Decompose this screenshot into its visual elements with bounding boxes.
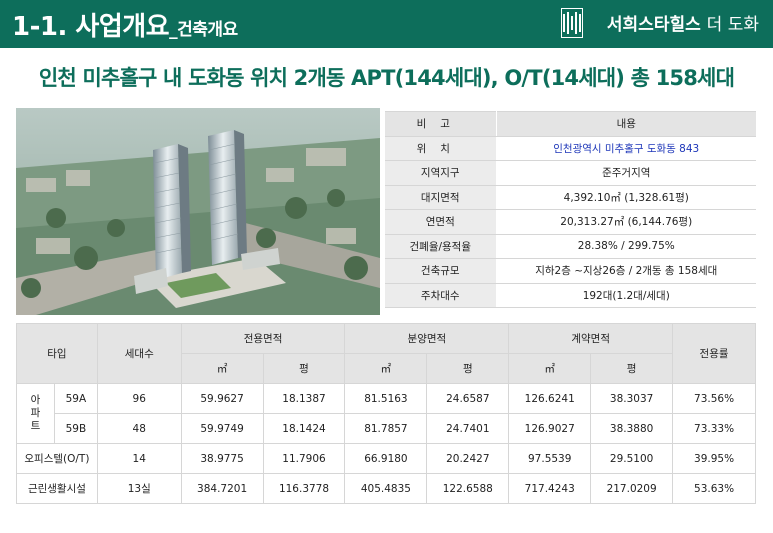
cell-type: 근린생활시설 (16, 473, 98, 504)
table-row: 근린생활시설 13실 384.7201 116.3778 405.4835 12… (16, 473, 756, 504)
cell-contract-pyeong: 38.3880 (590, 413, 674, 444)
cell-contract-sqm: 126.6241 (508, 383, 592, 414)
info-header-key: 비고 (385, 111, 497, 137)
table-header-row: 타입 세대수 전용면적 분양면적 계약면적 전용률 (16, 323, 756, 384)
cell-exclusive-sqm: 384.7201 (180, 473, 264, 504)
cell-units: 96 (96, 383, 182, 414)
cell-contract-sqm: 126.9027 (508, 413, 592, 444)
info-row-site-area: 대지면적 4,392.10㎡ (1,328.61평) (385, 184, 756, 210)
brand-name-suffix: 더 도화 (706, 15, 759, 35)
info-value: 20,313.27㎡ (6,144.76평) (496, 209, 756, 235)
info-row-gross-floor-area: 연면적 20,313.27㎡ (6,144.76평) (385, 209, 756, 235)
info-row-building-scale: 건축규모 지하2층 ~지상26층 / 2개동 총 158세대 (385, 258, 756, 284)
project-info-table: 비고 내용 위치 인천광역시 미추홀구 도화동 843 지역지구 준주거지역 대… (385, 111, 756, 308)
cell-ratio: 73.56% (672, 383, 756, 414)
info-value: 28.38% / 299.75% (496, 233, 756, 259)
subheader-sqm: ㎡ (508, 353, 592, 384)
cell-sale-sqm: 81.5163 (344, 383, 428, 414)
info-key: 건폐율/용적율 (385, 233, 497, 259)
cell-units: 13실 (96, 473, 182, 504)
cell-contract-sqm: 97.5539 (508, 443, 592, 474)
subheader-sqm: ㎡ (344, 353, 428, 384)
info-key: 위치 (385, 135, 497, 161)
header-contract-area: 계약면적 (508, 323, 674, 354)
cell-exclusive-pyeong: 18.1387 (262, 383, 346, 414)
header-sale-area: 분양면적 (344, 323, 510, 354)
cell-units: 48 (96, 413, 182, 444)
page-title-main: 1-1. 사업개요 (12, 12, 170, 42)
cell-sale-pyeong: 122.6588 (426, 473, 510, 504)
cell-sale-pyeong: 20.2427 (426, 443, 510, 474)
cell-sale-pyeong: 24.7401 (426, 413, 510, 444)
info-value: 지하2층 ~지상26층 / 2개동 총 158세대 (496, 258, 756, 284)
info-row-zoning: 지역지구 준주거지역 (385, 160, 756, 186)
building-rendering-illustration (16, 108, 380, 315)
header-units: 세대수 (96, 323, 182, 384)
info-header-value: 내용 (496, 111, 756, 137)
cell-exclusive-sqm: 38.9775 (180, 443, 264, 474)
cell-exclusive-pyeong: 18.1424 (262, 413, 346, 444)
cell-contract-pyeong: 38.3037 (590, 383, 674, 414)
cell-ratio: 53.63% (672, 473, 756, 504)
location-link[interactable]: 인천광역시 미추홀구 도화동 843 (496, 135, 756, 161)
info-value: 192대(1.2대/세대) (496, 282, 756, 308)
project-headline: 인천 미추홀구 내 도화동 위치 2개동 APT(144세대), O/T(14세… (38, 66, 735, 90)
page-title-sub: _건축개요 (169, 20, 238, 40)
cell-type: 오피스텔(O/T) (16, 443, 98, 474)
info-value: 4,392.10㎡ (1,328.61평) (496, 184, 756, 210)
cell-sale-sqm: 81.7857 (344, 413, 428, 444)
cell-sale-sqm: 66.9180 (344, 443, 428, 474)
info-value: 준주거지역 (496, 160, 756, 186)
cell-contract-pyeong: 29.5100 (590, 443, 674, 474)
subheader-sqm: ㎡ (180, 353, 264, 384)
info-row-coverage-ratio: 건폐율/용적율 28.38% / 299.75% (385, 233, 756, 259)
cell-sale-sqm: 405.4835 (344, 473, 428, 504)
cell-ratio: 73.33% (672, 413, 756, 444)
building-rendering-image (16, 108, 380, 315)
info-key: 연면적 (385, 209, 497, 235)
header-exclusive-ratio: 전용률 (672, 323, 756, 384)
subheader-pyeong: 평 (590, 353, 674, 384)
unit-area-table: 타입 세대수 전용면적 분양면적 계약면적 전용률 ㎡ 평 ㎡ 평 ㎡ 평 아파… (16, 323, 756, 504)
cell-contract-sqm: 717.4243 (508, 473, 592, 504)
cell-type: 59A (53, 383, 98, 414)
brand-name-main: 서희스타힐스 (606, 15, 701, 35)
info-key: 지역지구 (385, 160, 497, 186)
table-row: 오피스텔(O/T) 14 38.9775 11.7906 66.9180 20.… (16, 443, 756, 474)
subheader-pyeong: 평 (262, 353, 346, 384)
info-row-parking: 주차대수 192대(1.2대/세대) (385, 282, 756, 308)
table-row: 59B 48 59.9749 18.1424 81.7857 24.7401 1… (17, 413, 756, 444)
brand-logo-icon (561, 8, 583, 38)
cell-sale-pyeong: 24.6587 (426, 383, 510, 414)
info-row-location: 위치 인천광역시 미추홀구 도화동 843 (385, 135, 756, 161)
info-key: 건축규모 (385, 258, 497, 284)
brand-name: 서희스타힐스 더 도화 (607, 10, 759, 35)
header-type: 타입 (16, 323, 98, 384)
cell-units: 14 (96, 443, 182, 474)
subheader-pyeong: 평 (426, 353, 510, 384)
cell-type: 59B (53, 413, 98, 444)
table-row: 아파트 59A 96 59.9627 18.1387 81.5163 24.65… (16, 383, 756, 444)
info-table-header: 비고 내용 (385, 111, 756, 137)
info-key: 대지면적 (385, 184, 497, 210)
cell-exclusive-sqm: 59.9749 (180, 413, 264, 444)
header-exclusive-area: 전용면적 (180, 323, 346, 354)
cell-contract-pyeong: 217.0209 (590, 473, 674, 504)
cell-exclusive-pyeong: 116.3778 (262, 473, 346, 504)
page-header: 1-1. 사업개요_건축개요 서희스타힐스 더 도화 (0, 0, 773, 48)
page-title: 1-1. 사업개요_건축개요 (12, 6, 238, 43)
apartment-group-label: 아파트 (16, 383, 55, 444)
info-key: 주차대수 (385, 282, 497, 308)
cell-exclusive-pyeong: 11.7906 (262, 443, 346, 474)
cell-ratio: 39.95% (672, 443, 756, 474)
cell-exclusive-sqm: 59.9627 (180, 383, 264, 414)
